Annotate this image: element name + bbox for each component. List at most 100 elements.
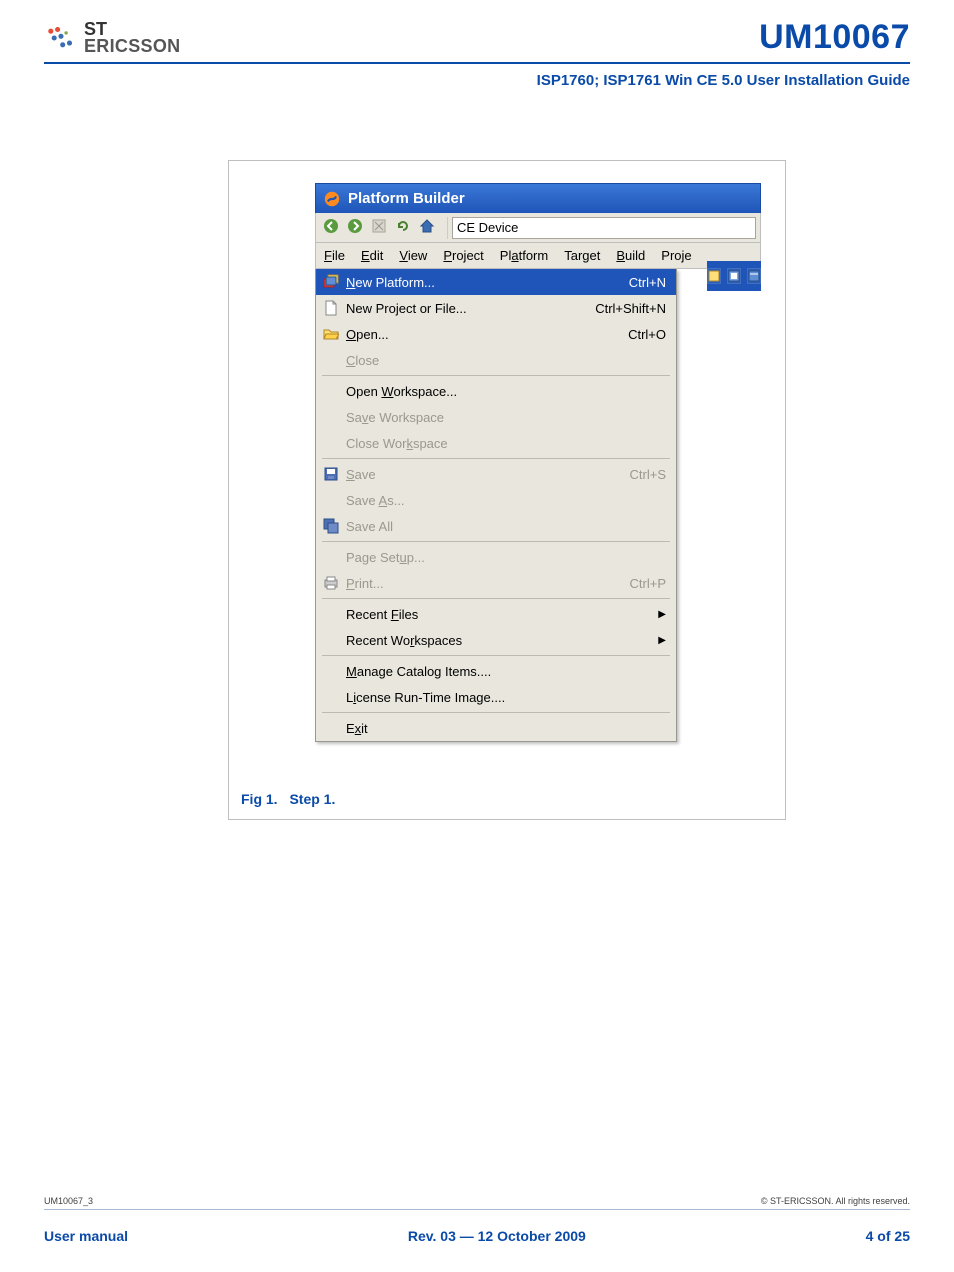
menu-item-shortcut: Ctrl+O [628, 327, 666, 342]
home-button[interactable] [416, 217, 438, 239]
footer-user-manual: User manual [44, 1228, 128, 1244]
brand-logo: ST ERICSSON [44, 21, 180, 55]
st-ericsson-icon [44, 21, 78, 55]
document-page: ST ERICSSON UM10067 ISP1760; ISP1761 Win… [0, 0, 954, 1272]
figure-container: Platform Builder File Edit View Project … [228, 160, 786, 820]
menu-item-shortcut: Ctrl+Shift+N [595, 301, 666, 316]
menu-separator [322, 598, 670, 599]
figure-title: Step 1. [289, 791, 335, 807]
open-icon [322, 325, 340, 343]
menu-item-label: Open... [346, 327, 628, 342]
menu-item-label: Exit [346, 721, 666, 736]
menu-item: SaveCtrl+S [316, 461, 676, 487]
page-header: ST ERICSSON UM10067 [44, 18, 910, 57]
menu-file[interactable]: File [316, 244, 353, 267]
window-title: Platform Builder [348, 190, 465, 207]
menu-project[interactable]: Project [435, 244, 491, 267]
toolbar-separator [442, 217, 448, 239]
menu-build[interactable]: Build [608, 244, 653, 267]
menu-item-label: New Project or File... [346, 301, 595, 316]
menu-item: Save As... [316, 487, 676, 513]
back-button[interactable] [320, 217, 342, 239]
menu-platform[interactable]: Platform [492, 244, 556, 267]
footer-page: 4 of 25 [866, 1228, 910, 1244]
brand-bottom: ERICSSON [84, 38, 180, 54]
document-code: UM10067 [759, 18, 910, 57]
platform-builder-icon [322, 189, 342, 209]
back-icon [323, 218, 339, 237]
view-icon [727, 268, 741, 284]
menu-edit[interactable]: Edit [353, 244, 391, 267]
refresh-icon [395, 218, 411, 237]
menu-item-label: Close [346, 353, 666, 368]
menu-item-shortcut: Ctrl+S [630, 467, 666, 482]
footer-divider [44, 1209, 910, 1210]
menu-separator [322, 541, 670, 542]
menu-target[interactable]: Target [556, 244, 608, 267]
menu-item: Close [316, 347, 676, 373]
submenu-arrow-icon: ▶ [656, 609, 666, 620]
menu-separator [322, 375, 670, 376]
forward-icon [347, 218, 363, 237]
menu-project-trunc[interactable]: Proje [653, 244, 699, 267]
menu-separator [322, 458, 670, 459]
brand-text: ST ERICSSON [84, 21, 180, 53]
menu-item: Save Workspace [316, 404, 676, 430]
menu-item[interactable]: Open Workspace... [316, 378, 676, 404]
menu-item-label: New Platform... [346, 275, 629, 290]
menu-item-label: Page Setup... [346, 550, 666, 565]
stop-button[interactable] [368, 217, 390, 239]
menu-item-label: Print... [346, 576, 630, 591]
file-menu-dropdown: New Platform...Ctrl+NNew Project or File… [315, 269, 677, 742]
menu-item-label: Manage Catalog Items.... [346, 664, 666, 679]
menu-item[interactable]: New Platform...Ctrl+N [316, 269, 676, 295]
menu-item-label: Save As... [346, 493, 666, 508]
menu-item-label: Recent Files [346, 607, 656, 622]
menu-item-label: Save Workspace [346, 410, 666, 425]
figure-number: Fig 1. [241, 791, 278, 807]
menu-separator [322, 655, 670, 656]
menu-item-label: License Run-Time Image.... [346, 690, 666, 705]
footer-revision: Rev. 03 — 12 October 2009 [408, 1228, 586, 1244]
header-divider [44, 62, 910, 64]
menu-item[interactable]: Recent Files▶ [316, 601, 676, 627]
menubar: File Edit View Project Platform Target B… [315, 243, 761, 269]
new-platform-icon [322, 273, 340, 291]
menu-item[interactable]: Exit [316, 715, 676, 741]
menu-item[interactable]: New Project or File...Ctrl+Shift+N [316, 295, 676, 321]
home-icon [419, 218, 435, 237]
screenshot: Platform Builder File Edit View Project … [315, 183, 761, 742]
menu-item-shortcut: Ctrl+N [629, 275, 666, 290]
menu-item[interactable]: License Run-Time Image.... [316, 684, 676, 710]
menu-item[interactable]: Manage Catalog Items.... [316, 658, 676, 684]
menu-view[interactable]: View [391, 244, 435, 267]
menu-item: Page Setup... [316, 544, 676, 570]
document-subtitle: ISP1760; ISP1761 Win CE 5.0 User Install… [537, 72, 910, 89]
menu-item-label: Save All [346, 519, 666, 534]
window-titlebar: Platform Builder [315, 183, 761, 213]
submenu-arrow-icon: ▶ [656, 635, 666, 646]
menu-item: Print...Ctrl+P [316, 570, 676, 596]
menu-item: Close Workspace [316, 430, 676, 456]
menu-item-label: Close Workspace [346, 436, 666, 451]
menu-item-label: Recent Workspaces [346, 633, 656, 648]
forward-button[interactable] [344, 217, 366, 239]
footer-bottom: User manual Rev. 03 — 12 October 2009 4 … [44, 1228, 910, 1244]
footer-copyright: © ST-ERICSSON. All rights reserved. [761, 1196, 910, 1206]
print-icon [322, 574, 340, 592]
new-file-icon [322, 299, 340, 317]
address-field[interactable] [452, 217, 756, 239]
figure-caption: Fig 1. Step 1. [241, 791, 335, 807]
menu-item[interactable]: Recent Workspaces▶ [316, 627, 676, 653]
stop-icon [371, 218, 387, 237]
menu-item-shortcut: Ctrl+P [630, 576, 666, 591]
refresh-button[interactable] [392, 217, 414, 239]
catalog-icon [707, 268, 721, 284]
menu-item[interactable]: Open...Ctrl+O [316, 321, 676, 347]
menu-item-label: Open Workspace... [346, 384, 666, 399]
save-icon [322, 465, 340, 483]
right-toolbar-strip [707, 261, 761, 291]
menu-separator [322, 712, 670, 713]
footer-doc-rev: UM10067_3 [44, 1196, 93, 1206]
toolbar [315, 213, 761, 243]
